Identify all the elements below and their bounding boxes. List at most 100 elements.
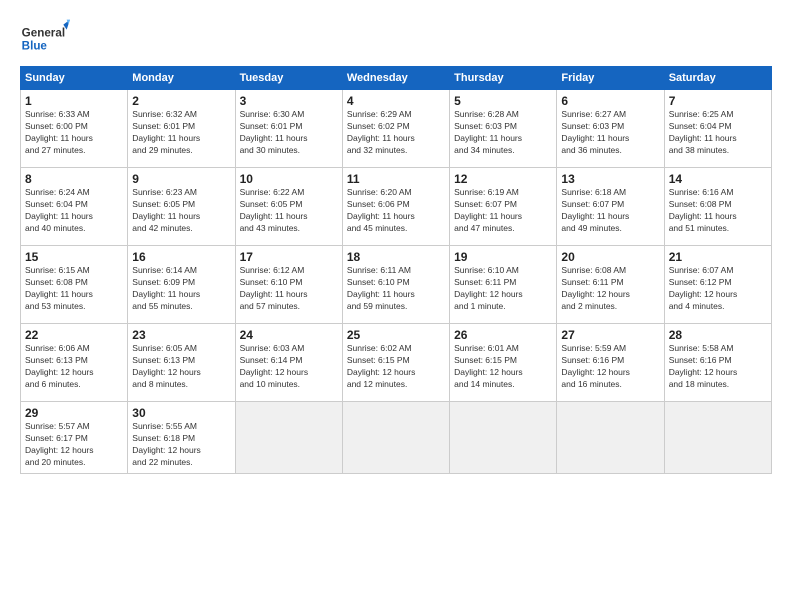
calendar-cell-empty (235, 402, 342, 474)
calendar-cell: 3Sunrise: 6:30 AM Sunset: 6:01 PM Daylig… (235, 90, 342, 168)
calendar-cell: 25Sunrise: 6:02 AM Sunset: 6:15 PM Dayli… (342, 324, 449, 402)
day-info: Sunrise: 6:29 AM Sunset: 6:02 PM Dayligh… (347, 109, 445, 157)
day-info: Sunrise: 6:08 AM Sunset: 6:11 PM Dayligh… (561, 265, 659, 313)
day-info: Sunrise: 6:28 AM Sunset: 6:03 PM Dayligh… (454, 109, 552, 157)
logo-icon: General Blue (20, 18, 70, 58)
day-number: 13 (561, 172, 659, 186)
calendar-cell: 13Sunrise: 6:18 AM Sunset: 6:07 PM Dayli… (557, 168, 664, 246)
calendar-table: SundayMondayTuesdayWednesdayThursdayFrid… (20, 66, 772, 474)
calendar-cell: 20Sunrise: 6:08 AM Sunset: 6:11 PM Dayli… (557, 246, 664, 324)
calendar-cell: 26Sunrise: 6:01 AM Sunset: 6:15 PM Dayli… (450, 324, 557, 402)
day-number: 27 (561, 328, 659, 342)
day-number: 21 (669, 250, 767, 264)
day-number: 1 (25, 94, 123, 108)
day-info: Sunrise: 6:14 AM Sunset: 6:09 PM Dayligh… (132, 265, 230, 313)
day-number: 3 (240, 94, 338, 108)
calendar-cell-empty (664, 402, 771, 474)
day-number: 4 (347, 94, 445, 108)
day-info: Sunrise: 6:02 AM Sunset: 6:15 PM Dayligh… (347, 343, 445, 391)
calendar-cell: 2Sunrise: 6:32 AM Sunset: 6:01 PM Daylig… (128, 90, 235, 168)
day-number: 30 (132, 406, 230, 420)
calendar-cell: 10Sunrise: 6:22 AM Sunset: 6:05 PM Dayli… (235, 168, 342, 246)
calendar-cell: 30Sunrise: 5:55 AM Sunset: 6:18 PM Dayli… (128, 402, 235, 474)
day-info: Sunrise: 6:15 AM Sunset: 6:08 PM Dayligh… (25, 265, 123, 313)
day-info: Sunrise: 6:27 AM Sunset: 6:03 PM Dayligh… (561, 109, 659, 157)
calendar-cell: 16Sunrise: 6:14 AM Sunset: 6:09 PM Dayli… (128, 246, 235, 324)
calendar-cell: 24Sunrise: 6:03 AM Sunset: 6:14 PM Dayli… (235, 324, 342, 402)
dow-header: Monday (128, 67, 235, 90)
calendar-cell: 6Sunrise: 6:27 AM Sunset: 6:03 PM Daylig… (557, 90, 664, 168)
calendar-cell: 12Sunrise: 6:19 AM Sunset: 6:07 PM Dayli… (450, 168, 557, 246)
calendar-cell: 28Sunrise: 5:58 AM Sunset: 6:16 PM Dayli… (664, 324, 771, 402)
dow-header: Thursday (450, 67, 557, 90)
day-info: Sunrise: 6:33 AM Sunset: 6:00 PM Dayligh… (25, 109, 123, 157)
day-number: 7 (669, 94, 767, 108)
dow-header: Wednesday (342, 67, 449, 90)
day-info: Sunrise: 6:05 AM Sunset: 6:13 PM Dayligh… (132, 343, 230, 391)
calendar-cell: 9Sunrise: 6:23 AM Sunset: 6:05 PM Daylig… (128, 168, 235, 246)
day-info: Sunrise: 5:57 AM Sunset: 6:17 PM Dayligh… (25, 421, 123, 469)
calendar-cell-empty (557, 402, 664, 474)
dow-header: Saturday (664, 67, 771, 90)
day-number: 23 (132, 328, 230, 342)
calendar-cell: 8Sunrise: 6:24 AM Sunset: 6:04 PM Daylig… (21, 168, 128, 246)
day-info: Sunrise: 6:03 AM Sunset: 6:14 PM Dayligh… (240, 343, 338, 391)
day-number: 2 (132, 94, 230, 108)
day-number: 26 (454, 328, 552, 342)
day-number: 17 (240, 250, 338, 264)
dow-header: Sunday (21, 67, 128, 90)
calendar-cell: 18Sunrise: 6:11 AM Sunset: 6:10 PM Dayli… (342, 246, 449, 324)
calendar-cell: 1Sunrise: 6:33 AM Sunset: 6:00 PM Daylig… (21, 90, 128, 168)
day-info: Sunrise: 6:22 AM Sunset: 6:05 PM Dayligh… (240, 187, 338, 235)
calendar-cell: 14Sunrise: 6:16 AM Sunset: 6:08 PM Dayli… (664, 168, 771, 246)
day-info: Sunrise: 6:07 AM Sunset: 6:12 PM Dayligh… (669, 265, 767, 313)
day-number: 8 (25, 172, 123, 186)
day-number: 18 (347, 250, 445, 264)
day-number: 19 (454, 250, 552, 264)
calendar-cell: 11Sunrise: 6:20 AM Sunset: 6:06 PM Dayli… (342, 168, 449, 246)
day-number: 10 (240, 172, 338, 186)
day-info: Sunrise: 6:23 AM Sunset: 6:05 PM Dayligh… (132, 187, 230, 235)
calendar-cell: 27Sunrise: 5:59 AM Sunset: 6:16 PM Dayli… (557, 324, 664, 402)
calendar-cell: 5Sunrise: 6:28 AM Sunset: 6:03 PM Daylig… (450, 90, 557, 168)
dow-header: Friday (557, 67, 664, 90)
day-number: 22 (25, 328, 123, 342)
day-number: 29 (25, 406, 123, 420)
day-number: 28 (669, 328, 767, 342)
day-info: Sunrise: 6:25 AM Sunset: 6:04 PM Dayligh… (669, 109, 767, 157)
day-number: 20 (561, 250, 659, 264)
day-info: Sunrise: 6:30 AM Sunset: 6:01 PM Dayligh… (240, 109, 338, 157)
day-info: Sunrise: 6:12 AM Sunset: 6:10 PM Dayligh… (240, 265, 338, 313)
day-info: Sunrise: 6:10 AM Sunset: 6:11 PM Dayligh… (454, 265, 552, 313)
day-number: 16 (132, 250, 230, 264)
day-info: Sunrise: 5:55 AM Sunset: 6:18 PM Dayligh… (132, 421, 230, 469)
calendar-cell-empty (342, 402, 449, 474)
day-number: 12 (454, 172, 552, 186)
day-number: 9 (132, 172, 230, 186)
day-info: Sunrise: 6:18 AM Sunset: 6:07 PM Dayligh… (561, 187, 659, 235)
day-number: 14 (669, 172, 767, 186)
logo: General Blue (20, 18, 70, 58)
day-info: Sunrise: 6:20 AM Sunset: 6:06 PM Dayligh… (347, 187, 445, 235)
day-info: Sunrise: 6:16 AM Sunset: 6:08 PM Dayligh… (669, 187, 767, 235)
day-info: Sunrise: 5:59 AM Sunset: 6:16 PM Dayligh… (561, 343, 659, 391)
calendar-cell: 22Sunrise: 6:06 AM Sunset: 6:13 PM Dayli… (21, 324, 128, 402)
day-number: 5 (454, 94, 552, 108)
dow-header: Tuesday (235, 67, 342, 90)
day-info: Sunrise: 5:58 AM Sunset: 6:16 PM Dayligh… (669, 343, 767, 391)
day-number: 11 (347, 172, 445, 186)
day-number: 15 (25, 250, 123, 264)
calendar-cell: 4Sunrise: 6:29 AM Sunset: 6:02 PM Daylig… (342, 90, 449, 168)
calendar-cell: 19Sunrise: 6:10 AM Sunset: 6:11 PM Dayli… (450, 246, 557, 324)
calendar-cell: 7Sunrise: 6:25 AM Sunset: 6:04 PM Daylig… (664, 90, 771, 168)
svg-text:Blue: Blue (22, 40, 48, 53)
day-number: 6 (561, 94, 659, 108)
day-info: Sunrise: 6:11 AM Sunset: 6:10 PM Dayligh… (347, 265, 445, 313)
calendar-cell: 29Sunrise: 5:57 AM Sunset: 6:17 PM Dayli… (21, 402, 128, 474)
day-info: Sunrise: 6:24 AM Sunset: 6:04 PM Dayligh… (25, 187, 123, 235)
day-info: Sunrise: 6:06 AM Sunset: 6:13 PM Dayligh… (25, 343, 123, 391)
calendar-cell-empty (450, 402, 557, 474)
day-info: Sunrise: 6:01 AM Sunset: 6:15 PM Dayligh… (454, 343, 552, 391)
svg-text:General: General (22, 26, 65, 39)
day-number: 25 (347, 328, 445, 342)
